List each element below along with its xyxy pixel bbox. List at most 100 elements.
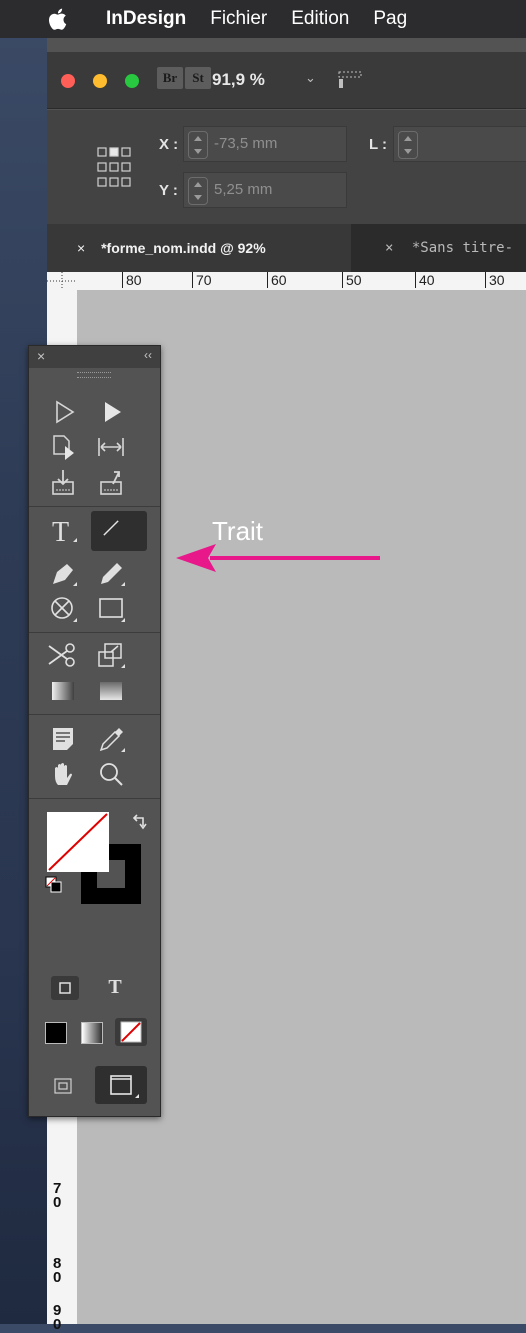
fill-stroke-widget: [45, 808, 157, 908]
view-options-icon[interactable]: [337, 70, 363, 90]
apply-color-button[interactable]: [45, 1022, 67, 1044]
free-transform-tool-button[interactable]: [91, 638, 131, 672]
fill-swatch[interactable]: [47, 812, 109, 872]
chevron-down-icon[interactable]: ⌄: [305, 70, 316, 86]
direct-selection-tool-button[interactable]: [91, 394, 131, 428]
content-collector-button[interactable]: [43, 466, 83, 500]
formatting-text-button[interactable]: T: [101, 976, 129, 1000]
gap-tool-button[interactable]: [91, 430, 131, 464]
pencil-tool-icon: [101, 563, 125, 586]
screen-mode-normal-icon: [54, 1078, 72, 1094]
apply-gradient-button[interactable]: [81, 1022, 103, 1044]
swap-fill-stroke-icon[interactable]: [131, 812, 151, 832]
content-placer-icon: [100, 471, 122, 495]
divider: [29, 798, 160, 799]
rectangle-tool-icon: [99, 598, 125, 622]
minimize-window-button[interactable]: [93, 74, 107, 88]
divider: [29, 714, 160, 715]
zoom-tool-button[interactable]: [91, 758, 131, 792]
gradient-swatch-tool-button[interactable]: [43, 674, 83, 708]
close-window-button[interactable]: [61, 74, 75, 88]
tab-sans-titre[interactable]: × *Sans titre-: [351, 224, 526, 272]
hand-tool-button[interactable]: [43, 758, 83, 792]
reference-point-icon[interactable]: [97, 147, 131, 187]
menu-fichier[interactable]: Fichier: [210, 8, 267, 30]
eyedropper-tool-icon: [99, 728, 125, 752]
divider: [29, 506, 160, 507]
type-tool-button[interactable]: T: [43, 514, 83, 548]
x-label: X :: [159, 136, 179, 153]
zoom-level[interactable]: 91,9 %: [212, 70, 265, 90]
apply-none-button[interactable]: [115, 1018, 147, 1046]
y-field[interactable]: 5,25 mm: [183, 172, 347, 208]
pen-tool-icon: [53, 564, 77, 586]
screen-mode-button[interactable]: [95, 1066, 147, 1104]
tab-label: *forme_nom.indd @ 92%: [101, 240, 266, 256]
gradient-feather-tool-icon: [100, 682, 122, 700]
ruler-label: 40: [415, 272, 435, 288]
eyedropper-tool-button[interactable]: [91, 722, 131, 756]
rectangle-tool-button[interactable]: [91, 592, 131, 626]
drag-grip[interactable]: [77, 372, 111, 378]
gradient-feather-tool-button[interactable]: [91, 674, 131, 708]
scissors-tool-icon: [48, 643, 75, 667]
selection-tool-button[interactable]: [43, 394, 83, 428]
y-label: Y :: [159, 182, 178, 199]
menu-app-name[interactable]: InDesign: [106, 8, 186, 30]
y-stepper[interactable]: [188, 177, 208, 205]
note-tool-button[interactable]: [43, 722, 83, 756]
screen-mode-preview-icon: [110, 1075, 139, 1098]
ruler-label: 70: [192, 272, 212, 288]
tab-forme-nom[interactable]: × *forme_nom.indd @ 92%: [47, 224, 351, 272]
ruler-label: 8 0: [53, 1255, 62, 1286]
note-tool-icon: [53, 728, 73, 750]
tab-close-icon[interactable]: ×: [77, 240, 85, 256]
collapse-icon[interactable]: ‹‹: [144, 348, 152, 362]
menu-bar: InDesign Fichier Edition Pag: [0, 0, 526, 38]
menu-page[interactable]: Pag: [373, 8, 407, 30]
x-stepper[interactable]: [188, 131, 208, 159]
scissors-tool-button[interactable]: [43, 638, 83, 672]
selection-tool-icon: [105, 402, 121, 422]
stock-button[interactable]: St: [185, 67, 211, 89]
svg-text:T: T: [52, 517, 69, 548]
horizontal-ruler[interactable]: 80 70 60 50 40 30: [47, 272, 526, 291]
hand-tool-icon: [55, 763, 72, 785]
rectangle-frame-tool-button[interactable]: [43, 592, 83, 626]
container-icon: [59, 982, 71, 994]
content-placer-button[interactable]: [91, 466, 131, 500]
control-panel: X : -73,5 mm Y : 5,25 mm L :: [47, 110, 526, 225]
ruler-origin-icon[interactable]: [47, 272, 77, 290]
apple-menu-icon[interactable]: [48, 6, 70, 32]
line-tool-button[interactable]: [91, 511, 147, 551]
gap-tool-icon: [98, 438, 124, 456]
direct-selection-tool-icon: [56, 400, 75, 424]
line-tool-icon: [103, 520, 119, 536]
normal-view-button[interactable]: [53, 1076, 75, 1096]
ruler-label: 80: [122, 272, 142, 288]
gradient-swatch-tool-icon: [52, 682, 74, 700]
ruler-label: 60: [267, 272, 287, 288]
l-field[interactable]: [393, 126, 526, 162]
tab-label: *Sans titre-: [411, 240, 514, 256]
x-field[interactable]: -73,5 mm: [183, 126, 347, 162]
ruler-label: 50: [342, 272, 362, 288]
close-icon[interactable]: ×: [37, 348, 45, 364]
menu-edition[interactable]: Edition: [291, 8, 349, 30]
page-tool-button[interactable]: [43, 430, 83, 464]
formatting-container-button[interactable]: [51, 976, 79, 1000]
tools-panel-header[interactable]: × ‹‹: [29, 346, 160, 368]
free-transform-tool-icon: [98, 643, 125, 668]
none-swatch-icon: [48, 813, 108, 871]
zoom-tool-icon: [100, 763, 123, 786]
l-stepper[interactable]: [398, 131, 418, 159]
tab-close-icon[interactable]: ×: [385, 240, 393, 256]
pencil-tool-button[interactable]: [91, 556, 131, 590]
default-fill-stroke-icon[interactable]: [45, 876, 63, 894]
pen-tool-button[interactable]: [43, 556, 83, 590]
bridge-button[interactable]: Br: [157, 67, 183, 89]
none-icon: [120, 1021, 142, 1043]
y-value: 5,25 mm: [214, 181, 273, 198]
zoom-window-button[interactable]: [125, 74, 139, 88]
application-bar: Br St 91,9 % ⌄: [47, 52, 526, 109]
